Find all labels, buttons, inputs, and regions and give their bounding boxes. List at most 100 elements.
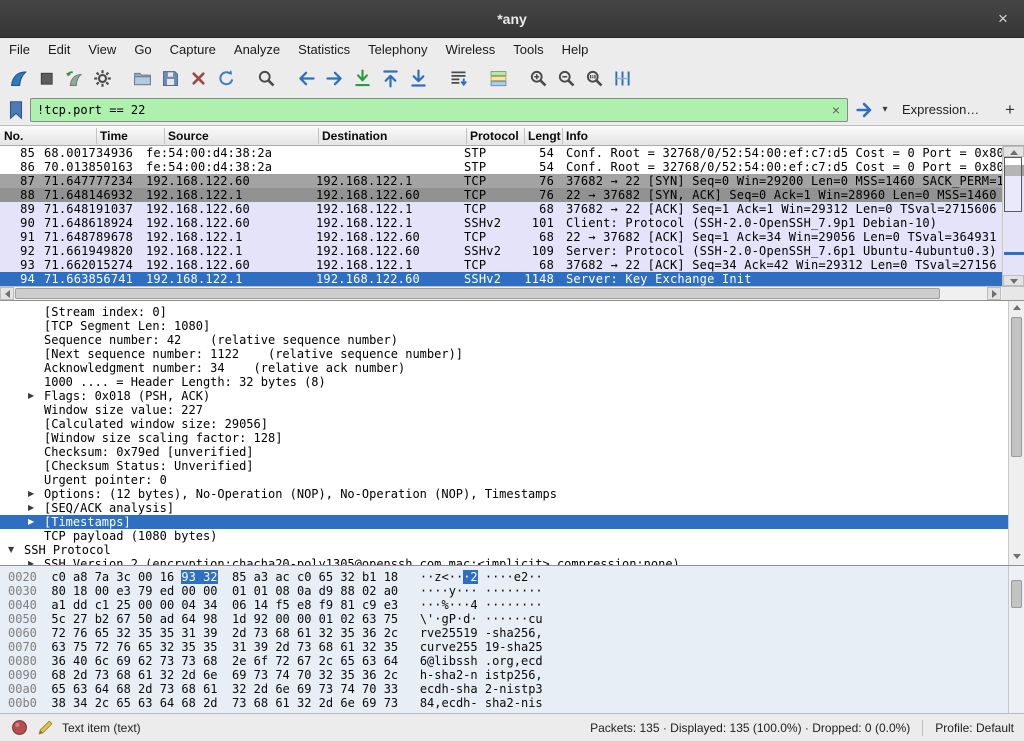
column-header-source[interactable]: Source	[168, 126, 316, 146]
detail-row[interactable]: Window size value: 227	[0, 403, 1024, 417]
auto-scroll-button[interactable]	[444, 65, 472, 91]
go-last-button[interactable]	[404, 65, 432, 91]
expert-info-icon[interactable]	[10, 719, 28, 737]
packet-row-89[interactable]: 8971.648191037192.168.122.60192.168.122.…	[0, 202, 1002, 216]
packet-row-91[interactable]: 9171.648789678192.168.122.1192.168.122.6…	[0, 230, 1002, 244]
column-separator[interactable]	[466, 128, 467, 144]
find-packet-button[interactable]	[252, 65, 280, 91]
reload-button[interactable]	[212, 65, 240, 91]
packet-list-hscrollbar[interactable]	[0, 286, 1002, 300]
hex-row-00a0[interactable]: 00a0 65 63 64 68 2d 73 68 61 32 2d 6e 69…	[8, 682, 1024, 696]
restart-capture-button[interactable]	[60, 65, 88, 91]
scroll-down-arrow[interactable]	[1003, 275, 1024, 286]
filter-input[interactable]	[30, 98, 848, 122]
scroll-right-arrow[interactable]	[987, 287, 1001, 300]
menu-go[interactable]: Go	[125, 38, 160, 62]
packet-row-94[interactable]: 9471.663856741192.168.122.1192.168.122.6…	[0, 272, 1002, 286]
go-first-button[interactable]	[376, 65, 404, 91]
close-icon[interactable]: ×	[992, 8, 1014, 30]
detail-row[interactable]: 1000 .... = Header Length: 32 bytes (8)	[0, 375, 1024, 389]
save-file-button[interactable]	[156, 65, 184, 91]
menu-wireless[interactable]: Wireless	[436, 38, 504, 62]
start-capture-button[interactable]	[4, 65, 32, 91]
menu-statistics[interactable]: Statistics	[289, 38, 359, 62]
detail-row[interactable]: Sequence number: 42 (relative sequence n…	[0, 333, 1024, 347]
column-header-destination[interactable]: Destination	[322, 126, 464, 146]
column-header-no[interactable]: No.	[4, 126, 94, 146]
menu-analyze[interactable]: Analyze	[225, 38, 289, 62]
detail-row[interactable]: [Calculated window size: 29056]	[0, 417, 1024, 431]
bytes-scrollbar-thumb[interactable]	[1011, 580, 1022, 608]
capture-options-button[interactable]	[88, 65, 116, 91]
open-file-button[interactable]	[128, 65, 156, 91]
menu-capture[interactable]: Capture	[161, 38, 225, 62]
hex-row-0040[interactable]: 0040 a1 dd c1 25 00 00 04 34 06 14 f5 e8…	[8, 598, 1024, 612]
detail-row[interactable]: ▼SSH Protocol	[0, 543, 1024, 557]
detail-row[interactable]: Acknowledgment number: 34 (relative ack …	[0, 361, 1024, 375]
resize-columns-button[interactable]	[608, 65, 636, 91]
expand-arrow-icon[interactable]: ▼	[8, 543, 24, 557]
expression-button[interactable]: Expression…	[902, 94, 979, 126]
expand-arrow-icon[interactable]: ▶	[28, 487, 44, 501]
detail-row[interactable]: [Stream index: 0]	[0, 305, 1024, 319]
menu-tools[interactable]: Tools	[504, 38, 552, 62]
zoom-in-button[interactable]	[524, 65, 552, 91]
detail-row[interactable]: [Next sequence number: 1122 (relative se…	[0, 347, 1024, 361]
hex-row-0030[interactable]: 0030 80 18 00 e3 79 ed 00 00 01 01 08 0a…	[8, 584, 1024, 598]
details-scrollbar-thumb[interactable]	[1011, 317, 1022, 457]
menu-view[interactable]: View	[79, 38, 125, 62]
column-separator[interactable]	[164, 128, 165, 144]
hex-row-0020[interactable]: 0020 c0 a8 7a 3c 00 16 93 32 85 a3 ac c0…	[8, 570, 1024, 584]
detail-row[interactable]: ▶[Timestamps]	[0, 515, 1024, 529]
packet-row-87[interactable]: 8771.647777234192.168.122.60192.168.122.…	[0, 174, 1002, 188]
menu-file[interactable]: File	[0, 38, 39, 62]
hex-row-0080[interactable]: 0080 36 40 6c 69 62 73 73 68 2e 6f 72 67…	[8, 654, 1024, 668]
go-forward-button[interactable]	[320, 65, 348, 91]
packet-list-scrollbar[interactable]	[1002, 146, 1024, 286]
zoom-original-button[interactable]	[580, 65, 608, 91]
detail-row[interactable]: TCP payload (1080 bytes)	[0, 529, 1024, 543]
packet-row-90[interactable]: 9071.648618924192.168.122.60192.168.122.…	[0, 216, 1002, 230]
detail-row[interactable]: ▶SSH Version 2 (encryption:chacha20-poly…	[0, 557, 1024, 565]
expand-arrow-icon[interactable]: ▶	[28, 389, 44, 403]
column-separator[interactable]	[318, 128, 319, 144]
hex-row-0050[interactable]: 0050 5c 27 b2 67 50 ad 64 98 1d 92 00 00…	[8, 612, 1024, 626]
titlebar[interactable]: *any ×	[0, 0, 1024, 38]
column-separator[interactable]	[524, 128, 525, 144]
detail-row[interactable]: Urgent pointer: 0	[0, 473, 1024, 487]
column-header-info[interactable]: Info	[566, 126, 1002, 146]
packet-row-92[interactable]: 9271.661949820192.168.122.1192.168.122.6…	[0, 244, 1002, 258]
packet-row-86[interactable]: 8670.013850163fe:54:00:d4:38:2aSTP54Conf…	[0, 160, 1002, 174]
details-scroll-down-arrow[interactable]	[1013, 554, 1021, 559]
filter-add-button[interactable]: +	[1000, 94, 1020, 126]
detail-row[interactable]: ▶[SEQ/ACK analysis]	[0, 501, 1024, 515]
go-back-button[interactable]	[292, 65, 320, 91]
close-file-button[interactable]	[184, 65, 212, 91]
scrollbar-thumb[interactable]	[1004, 157, 1022, 212]
expand-arrow-icon[interactable]: ▶	[28, 501, 44, 515]
packet-row-85[interactable]: 8568.001734936fe:54:00:d4:38:2aSTP54Conf…	[0, 146, 1002, 160]
colorize-button[interactable]	[484, 65, 512, 91]
packet-row-88[interactable]: 8871.648146932192.168.122.1192.168.122.6…	[0, 188, 1002, 202]
details-scroll-up-arrow[interactable]	[1013, 305, 1021, 310]
detail-row[interactable]: Checksum: 0x79ed [unverified]	[0, 445, 1024, 459]
menu-edit[interactable]: Edit	[39, 38, 79, 62]
filter-clear-icon[interactable]: ×	[828, 102, 844, 118]
column-header-protocol[interactable]: Protocol	[470, 126, 522, 146]
hex-row-0060[interactable]: 0060 72 76 65 32 35 35 31 39 2d 73 68 61…	[8, 626, 1024, 640]
filter-bookmark-icon[interactable]	[5, 99, 27, 121]
bytes-scrollbar[interactable]	[1008, 566, 1024, 713]
detail-row[interactable]: ▶Flags: 0x018 (PSH, ACK)	[0, 389, 1024, 403]
filter-dropdown-caret[interactable]: ▾	[878, 99, 892, 121]
scroll-left-arrow[interactable]	[0, 287, 14, 300]
menu-help[interactable]: Help	[553, 38, 598, 62]
column-separator[interactable]	[96, 128, 97, 144]
stop-capture-button[interactable]	[32, 65, 60, 91]
detail-row[interactable]: ▶Options: (12 bytes), No-Operation (NOP)…	[0, 487, 1024, 501]
detail-row[interactable]: [Window size scaling factor: 128]	[0, 431, 1024, 445]
detail-row[interactable]: [TCP Segment Len: 1080]	[0, 319, 1024, 333]
scroll-up-arrow[interactable]	[1003, 146, 1024, 157]
hex-row-0070[interactable]: 0070 63 75 72 76 65 32 35 35 31 39 2d 73…	[8, 640, 1024, 654]
hex-row-0090[interactable]: 0090 68 2d 73 68 61 32 2d 6e 69 73 74 70…	[8, 668, 1024, 682]
column-header-time[interactable]: Time	[100, 126, 162, 146]
